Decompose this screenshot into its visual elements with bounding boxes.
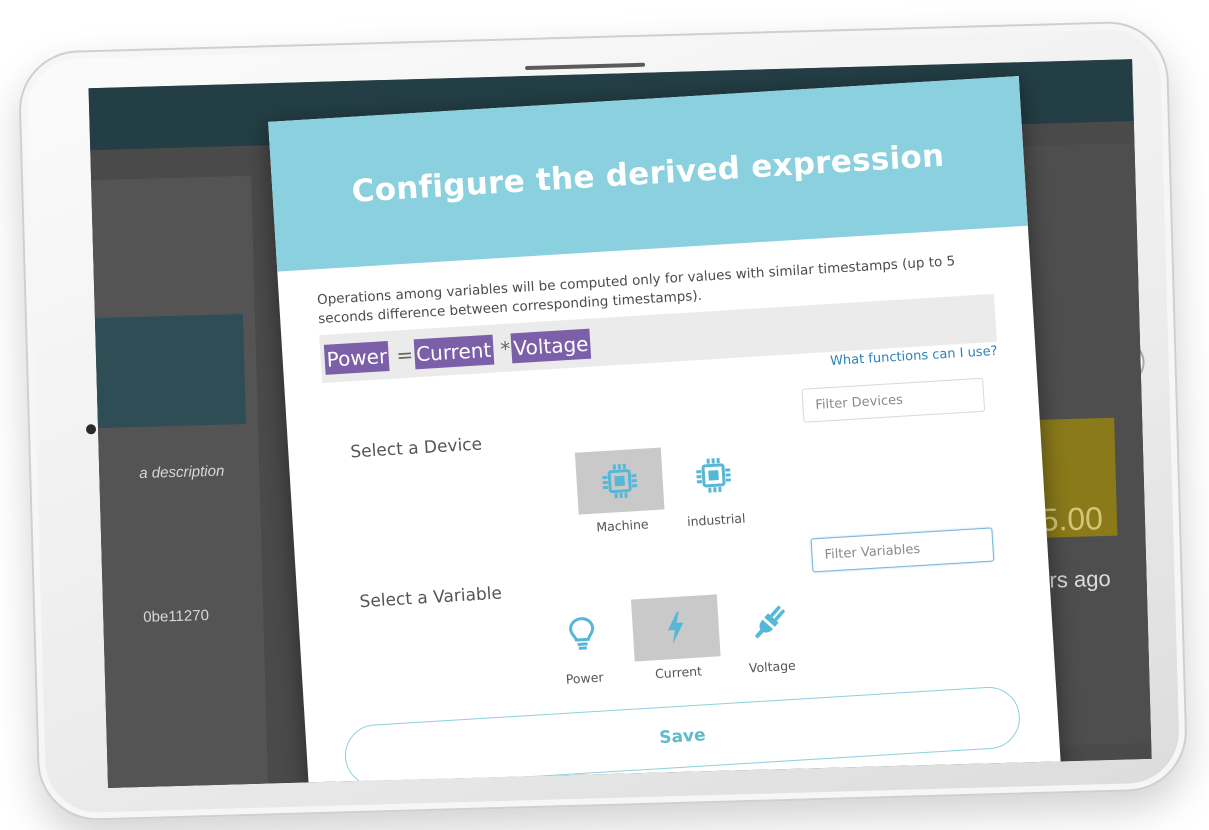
- camera-dot: [85, 424, 97, 435]
- modal-title: Configure the derived expression: [350, 137, 946, 210]
- expression-token-voltage[interactable]: Voltage: [510, 328, 592, 364]
- background-device-id: 0be11270: [143, 607, 210, 626]
- plug-icon: [725, 589, 815, 656]
- background-left-card: [91, 175, 269, 788]
- ipad-frame: a description 0be11270 5.00 hours ago Co…: [17, 20, 1189, 822]
- device-section-label: Select a Device: [349, 434, 483, 463]
- variable-tile-voltage[interactable]: Voltage: [725, 589, 816, 677]
- expression-token-current[interactable]: Current: [413, 334, 495, 370]
- variable-tile-label: Power: [565, 669, 604, 687]
- save-button[interactable]: Save: [343, 685, 1022, 788]
- filter-variables-input[interactable]: [810, 527, 995, 573]
- background-value: 5.00: [1040, 500, 1104, 538]
- variable-tile-label: Voltage: [748, 657, 797, 676]
- device-tile-industrial[interactable]: industrial: [669, 442, 760, 530]
- lightbulb-icon: [537, 600, 627, 667]
- variable-tile-label: Current: [654, 663, 703, 682]
- chip-icon: [574, 447, 665, 515]
- variable-tile-current[interactable]: Current: [630, 594, 722, 682]
- filter-devices-input[interactable]: [801, 377, 986, 423]
- screen: a description 0be11270 5.00 hours ago Co…: [88, 59, 1152, 788]
- derived-expression-modal: Configure the derived expression Operati…: [268, 75, 1062, 788]
- chip-icon: [669, 442, 759, 509]
- variable-tile-power[interactable]: Power: [537, 600, 628, 688]
- background-teal-card: [94, 314, 246, 429]
- expression-token-power[interactable]: Power: [323, 340, 391, 375]
- background-description: a description: [139, 462, 225, 482]
- expression-operator-equals: =: [395, 342, 414, 368]
- lightning-icon: [630, 594, 721, 662]
- device-tile-machine[interactable]: Machine: [574, 447, 666, 536]
- modal-body: Operations among variables will be compu…: [277, 226, 1054, 702]
- speaker-slot: [525, 62, 646, 71]
